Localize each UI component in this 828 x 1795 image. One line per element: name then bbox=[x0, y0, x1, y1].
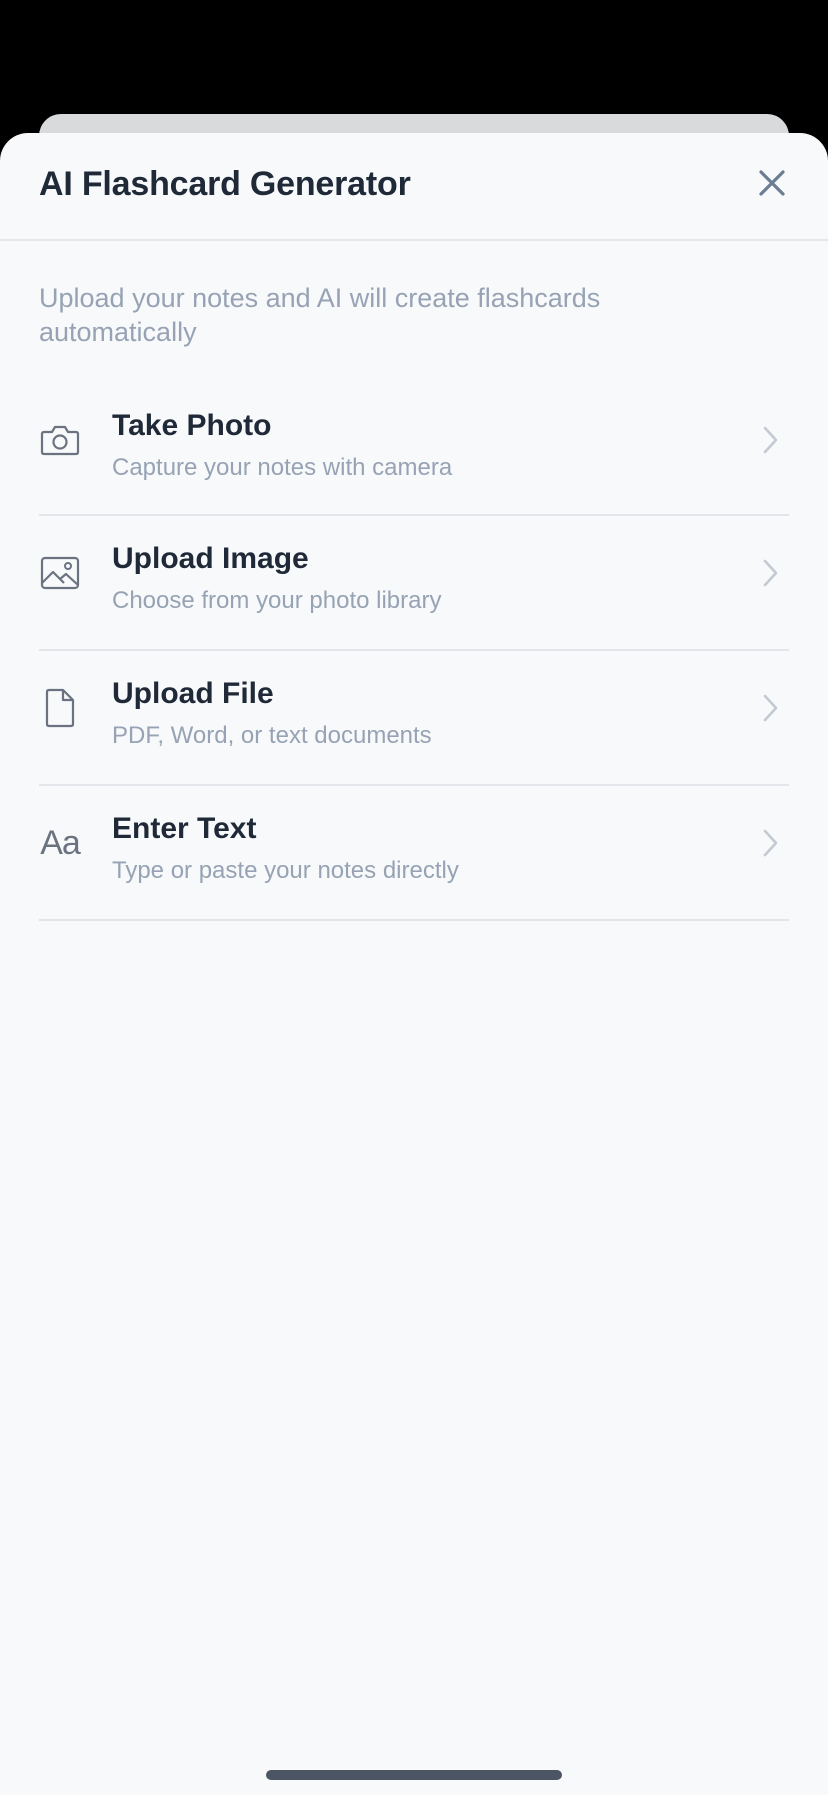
option-description: PDF, Word, or text documents bbox=[112, 722, 432, 749]
sheet-title: AI Flashcard Generator bbox=[39, 165, 411, 203]
text-icon: Aa bbox=[39, 822, 81, 864]
option-description: Capture your notes with camera bbox=[112, 454, 453, 481]
option-take-photo[interactable]: Take Photo Capture your notes with camer… bbox=[39, 383, 789, 516]
option-enter-text[interactable]: Aa Enter Text Type or paste your notes d… bbox=[39, 786, 789, 921]
close-button[interactable] bbox=[746, 157, 798, 209]
option-upload-file[interactable]: Upload File PDF, Word, or text documents bbox=[39, 651, 789, 786]
bottom-sheet: AI Flashcard Generator Upload your notes… bbox=[0, 133, 828, 1795]
text-glyph: Aa bbox=[40, 823, 81, 862]
option-description: Type or paste your notes directly bbox=[112, 857, 459, 884]
options-list: Take Photo Capture your notes with camer… bbox=[39, 383, 789, 921]
chevron-right-icon bbox=[763, 559, 778, 587]
option-title: Enter Text bbox=[112, 812, 257, 845]
sheet-subtitle: Upload your notes and AI will create fla… bbox=[39, 283, 601, 347]
chevron-right-icon bbox=[763, 829, 778, 857]
home-indicator[interactable] bbox=[266, 1770, 562, 1780]
file-icon bbox=[39, 687, 81, 729]
option-title: Upload File bbox=[112, 677, 274, 710]
option-upload-image[interactable]: Upload Image Choose from your photo libr… bbox=[39, 516, 789, 651]
option-title: Take Photo bbox=[112, 409, 272, 442]
chevron-right-icon bbox=[763, 426, 778, 454]
image-icon bbox=[39, 552, 81, 594]
chevron-right-icon bbox=[763, 694, 778, 722]
screen: AI Flashcard Generator Upload your notes… bbox=[0, 0, 828, 1795]
option-description: Choose from your photo library bbox=[112, 587, 442, 614]
option-title: Upload Image bbox=[112, 542, 309, 575]
sheet-header: AI Flashcard Generator bbox=[0, 133, 828, 241]
close-icon bbox=[759, 170, 785, 196]
camera-icon bbox=[39, 419, 81, 461]
